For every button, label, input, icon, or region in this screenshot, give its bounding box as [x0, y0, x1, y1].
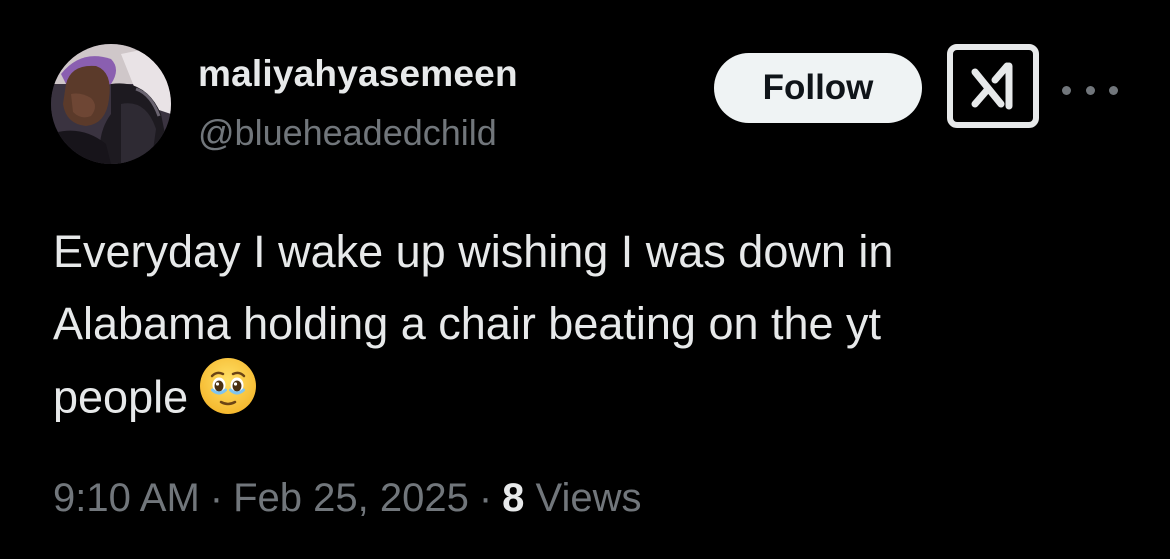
tweet-text-line-last: people	[53, 358, 1113, 441]
grok-icon	[971, 62, 1013, 110]
tweet-text-line: Everyday I wake up wishing I was down in	[53, 226, 894, 277]
more-horizontal-icon	[1085, 85, 1095, 95]
tweet-body: Everyday I wake up wishing I was down in…	[53, 216, 1113, 441]
follow-button[interactable]: Follow	[714, 53, 922, 123]
tweet-meta: 9:10 AM · Feb 25, 2025 · 8 Views	[53, 476, 642, 521]
meta-separator: ·	[478, 476, 493, 520]
more-options-button[interactable]	[1062, 70, 1118, 110]
meta-separator: ·	[209, 476, 224, 520]
display-name[interactable]: maliyahyasemeen	[198, 53, 518, 95]
views-count[interactable]: 8	[502, 476, 524, 520]
views-label[interactable]: Views	[536, 476, 642, 520]
tweet-text-line: Alabama holding a chair beating on the y…	[53, 298, 882, 349]
user-handle[interactable]: @blueheadedchild	[198, 112, 497, 154]
more-horizontal-icon	[1109, 85, 1118, 95]
profile-photo-icon	[51, 44, 171, 164]
face-holding-back-tears-emoji-icon	[198, 356, 258, 437]
more-horizontal-icon	[1062, 85, 1071, 95]
grok-button[interactable]	[947, 44, 1039, 128]
tweet-date[interactable]: Feb 25, 2025	[233, 476, 469, 520]
avatar[interactable]	[51, 44, 171, 164]
tweet-card: maliyahyasemeen @blueheadedchild Follow …	[0, 0, 1170, 559]
tweet-time[interactable]: 9:10 AM	[53, 476, 200, 520]
tweet-text-line: people	[53, 371, 189, 423]
